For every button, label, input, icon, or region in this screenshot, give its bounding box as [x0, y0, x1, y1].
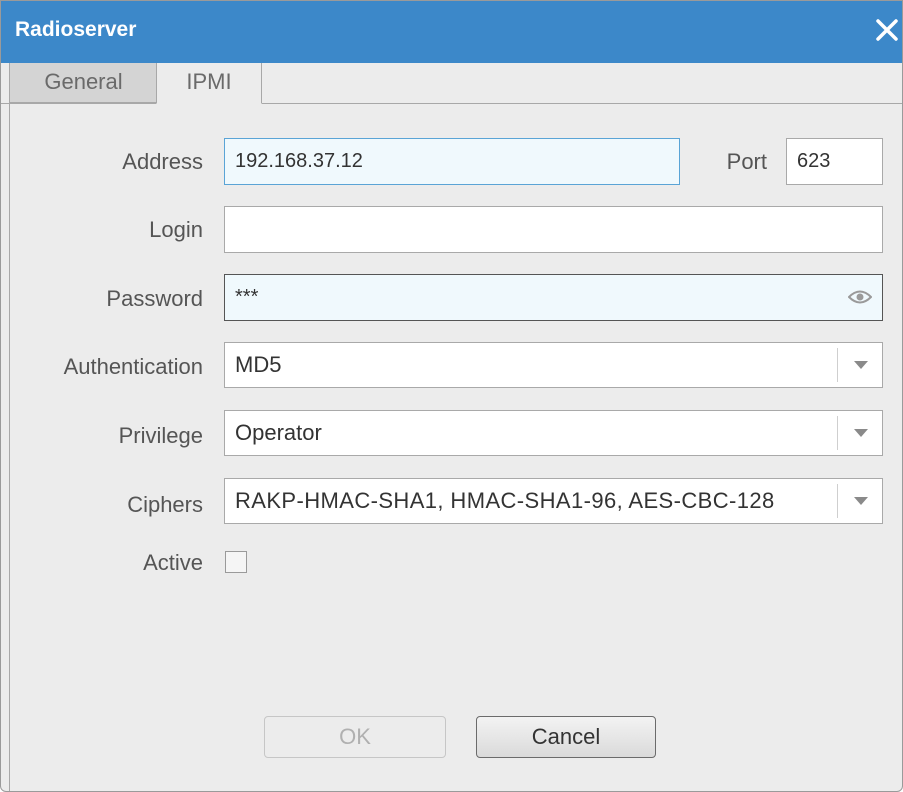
- authentication-value: MD5: [235, 352, 282, 377]
- chevron-down-icon: [854, 497, 868, 505]
- login-label: Login: [149, 217, 203, 242]
- select-divider: [837, 484, 838, 518]
- privilege-select[interactable]: Operator: [224, 410, 883, 456]
- authentication-label: Authentication: [63, 354, 203, 379]
- ciphers-label: Ciphers: [127, 492, 203, 517]
- select-divider: [837, 348, 838, 382]
- active-label: Active: [143, 550, 203, 575]
- password-value: ***: [235, 286, 259, 308]
- address-label: Address: [122, 149, 203, 174]
- port-value: 623: [797, 150, 831, 172]
- close-icon[interactable]: [874, 17, 900, 43]
- address-value: 192.168.37.12: [235, 150, 363, 172]
- ok-button[interactable]: OK: [264, 716, 446, 758]
- privilege-label: Privilege: [118, 423, 203, 448]
- cancel-button[interactable]: Cancel: [476, 716, 656, 758]
- select-divider: [837, 416, 838, 450]
- eye-icon[interactable]: [848, 287, 872, 307]
- login-input[interactable]: [224, 206, 883, 253]
- tab-general[interactable]: General: [9, 63, 157, 103]
- port-input[interactable]: 623: [786, 138, 883, 185]
- chevron-down-icon: [854, 429, 868, 437]
- active-checkbox[interactable]: [225, 551, 247, 573]
- privilege-value: Operator: [235, 420, 322, 445]
- authentication-select[interactable]: MD5: [224, 342, 883, 388]
- radioserver-dialog: Radioserver General IPMI Address 192.168…: [0, 0, 903, 792]
- ciphers-select[interactable]: RAKP-HMAC-SHA1, HMAC-SHA1-96, AES-CBC-12…: [224, 478, 883, 524]
- title-bar: Radioserver: [1, 1, 902, 63]
- password-input[interactable]: ***: [224, 274, 883, 321]
- password-label: Password: [106, 286, 203, 311]
- tab-bar: General IPMI: [1, 63, 902, 104]
- port-label: Port: [726, 149, 767, 174]
- ciphers-value: RAKP-HMAC-SHA1, HMAC-SHA1-96, AES-CBC-12…: [235, 488, 775, 513]
- tab-ipmi[interactable]: IPMI: [156, 63, 262, 104]
- window-title: Radioserver: [15, 18, 137, 41]
- address-input[interactable]: 192.168.37.12: [224, 138, 680, 185]
- chevron-down-icon: [854, 361, 868, 369]
